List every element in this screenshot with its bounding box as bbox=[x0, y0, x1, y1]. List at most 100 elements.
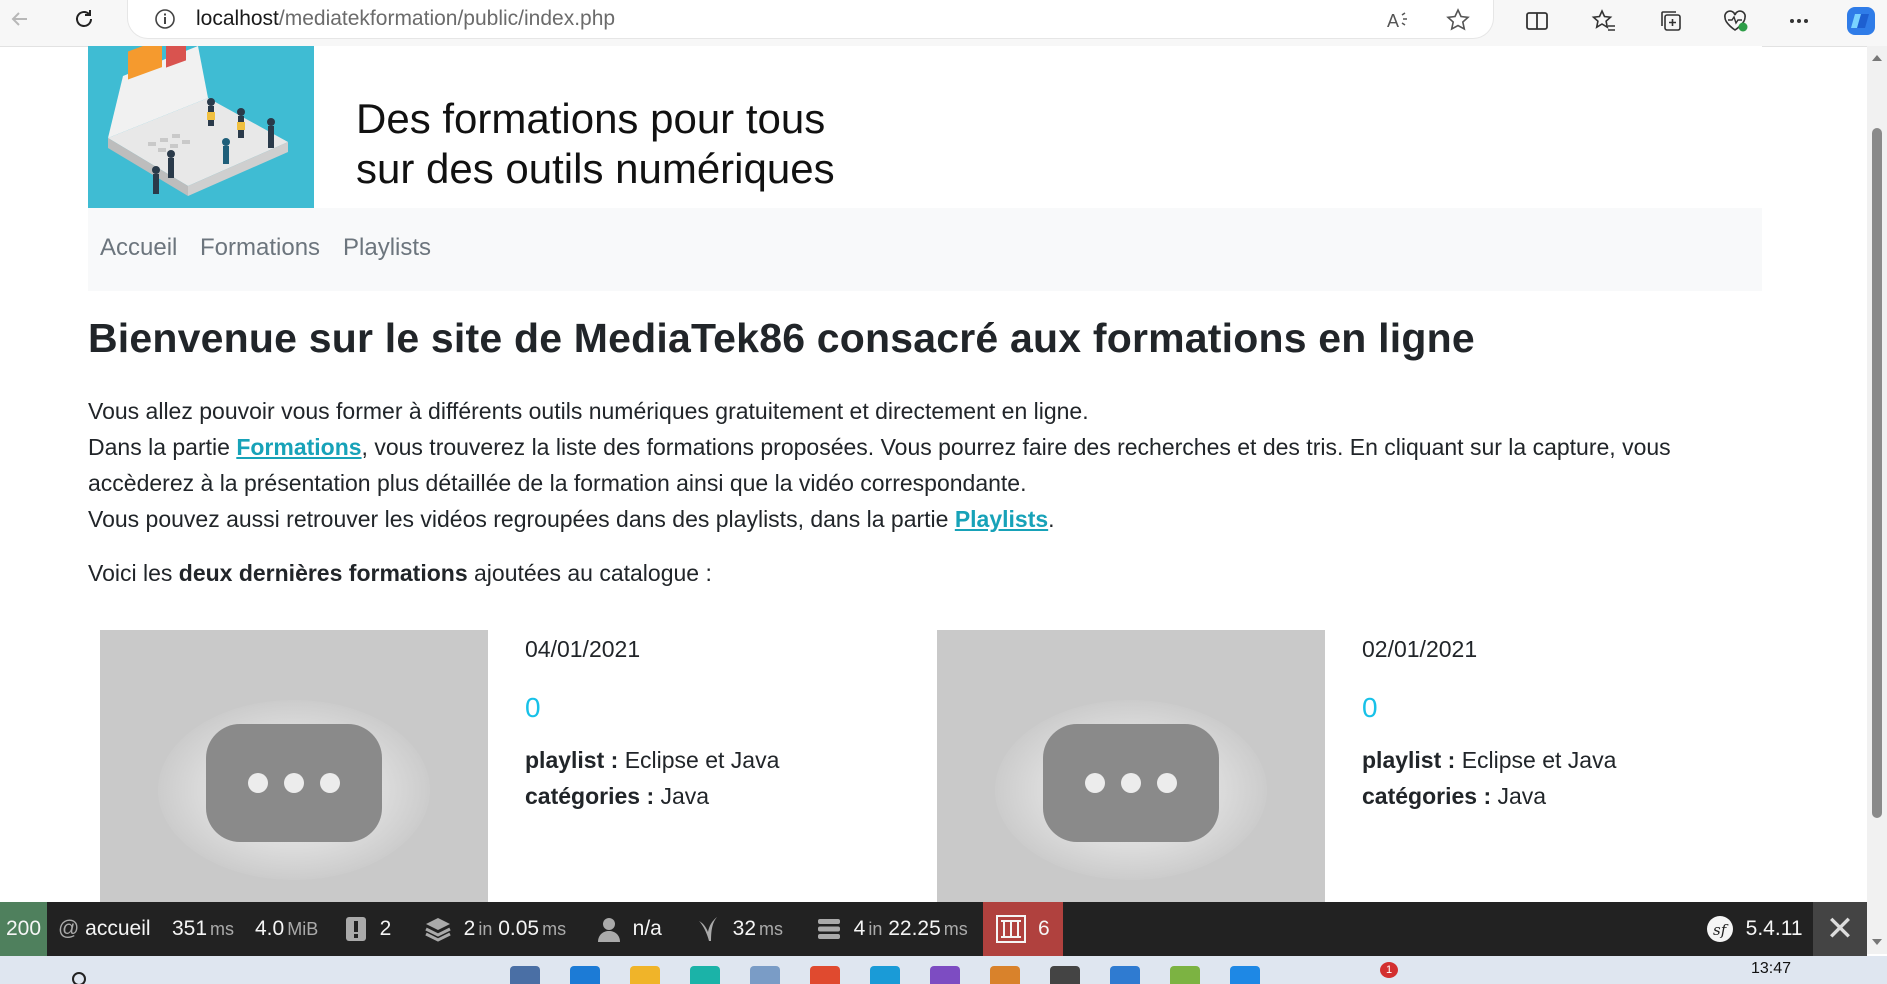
winrar-icon[interactable] bbox=[990, 966, 1020, 984]
copilot-icon[interactable] bbox=[1844, 4, 1878, 38]
nav-playlists[interactable]: Playlists bbox=[343, 234, 431, 262]
notepad-plus-icon[interactable] bbox=[1170, 966, 1200, 984]
address-bar[interactable]: localhost/mediatekformation/public/index… bbox=[128, 0, 1493, 38]
banner-title: Des formations pour tous sur des outils … bbox=[356, 94, 835, 194]
formation-count[interactable]: 0 bbox=[525, 692, 541, 724]
cache-layers-icon bbox=[425, 918, 451, 942]
security-panel[interactable]: n/a bbox=[597, 902, 662, 956]
mail-icon[interactable] bbox=[570, 966, 600, 984]
chrome-icon[interactable] bbox=[810, 966, 840, 984]
edge-icon[interactable] bbox=[690, 966, 720, 984]
favorite-star-icon[interactable] bbox=[1444, 6, 1472, 34]
skype-icon[interactable] bbox=[870, 966, 900, 984]
memory-panel[interactable]: 4.0 MiB bbox=[255, 902, 318, 956]
database-panel[interactable]: 4 in 22.25 ms bbox=[816, 902, 968, 956]
twig-panel[interactable]: 32 ms bbox=[697, 902, 783, 956]
collections-icon[interactable] bbox=[1654, 4, 1688, 38]
nav-formations[interactable]: Formations bbox=[200, 234, 320, 262]
formation-count[interactable]: 0 bbox=[1362, 692, 1378, 724]
logs-panel[interactable]: 2 bbox=[344, 902, 391, 956]
cache-in: in bbox=[478, 918, 493, 939]
cache-count: 2 bbox=[463, 917, 476, 940]
video-thumbnail[interactable] bbox=[100, 630, 488, 930]
playlist-value: Eclipse et Java bbox=[624, 747, 780, 773]
read-aloud-icon[interactable]: A bbox=[1384, 6, 1412, 34]
formation-playlist: playlist : Eclipse et Java bbox=[1362, 742, 1616, 778]
outlook-icon[interactable] bbox=[1110, 966, 1140, 984]
formation-date: 02/01/2021 bbox=[1362, 636, 1478, 662]
lead-before: Voici les bbox=[88, 560, 179, 586]
split-screen-icon[interactable] bbox=[1520, 4, 1554, 38]
url-text[interactable]: localhost/mediatekformation/public/index… bbox=[196, 7, 615, 31]
url-host: localhost bbox=[196, 7, 279, 30]
logs-count: 2 bbox=[379, 917, 392, 940]
intro-text: Vous allez pouvoir vous former à différe… bbox=[88, 393, 1768, 537]
page-title: Bienvenue sur le site de MediaTek86 cons… bbox=[88, 315, 1475, 361]
page-scrollbar[interactable] bbox=[1867, 46, 1887, 954]
back-button[interactable] bbox=[0, 0, 40, 38]
svg-text:A: A bbox=[1387, 11, 1399, 31]
twig-time: 32 bbox=[732, 917, 757, 940]
intro-p3-after: . bbox=[1048, 506, 1055, 532]
reload-button[interactable] bbox=[64, 0, 104, 38]
formation-meta: playlist : Eclipse et Java catégories : … bbox=[525, 742, 779, 814]
nav-accueil[interactable]: Accueil bbox=[100, 234, 177, 262]
close-toolbar-button[interactable]: ✕ bbox=[1813, 902, 1867, 956]
symfony-version-panel[interactable]: sf 5.4.11 bbox=[1706, 902, 1803, 956]
more-menu-icon[interactable] bbox=[1782, 4, 1816, 38]
lead-after: ajoutées au catalogue : bbox=[467, 560, 712, 586]
placeholder-dot bbox=[284, 773, 304, 793]
banner-illustration bbox=[88, 46, 314, 208]
scroll-up-icon[interactable] bbox=[1871, 52, 1883, 64]
categories-label: catégories : bbox=[1362, 783, 1492, 809]
time-panel[interactable]: 351 ms bbox=[172, 902, 234, 956]
scrollbar-thumb[interactable] bbox=[1872, 128, 1882, 818]
categories-value: Java bbox=[1497, 783, 1547, 809]
playlists-link[interactable]: Playlists bbox=[955, 506, 1048, 532]
database-icon bbox=[818, 919, 840, 939]
db-in: in bbox=[868, 918, 883, 939]
time-unit: ms bbox=[210, 918, 235, 939]
main-navbar: Accueil Formations Playlists bbox=[88, 208, 1762, 291]
lead-bold: deux dernières formations bbox=[178, 560, 468, 586]
search-icon[interactable] bbox=[70, 970, 90, 984]
taskbar-clock[interactable]: 13:47 bbox=[1751, 960, 1791, 978]
back-arrow-icon bbox=[11, 12, 27, 26]
twig-unit: ms bbox=[759, 918, 784, 939]
banner-title-line1: Des formations pour tous bbox=[356, 95, 826, 142]
db-time: 22.25 bbox=[888, 917, 941, 940]
memory-unit: MiB bbox=[287, 918, 319, 939]
symfony-version: 5.4.11 bbox=[1745, 917, 1803, 940]
errors-count: 6 bbox=[1037, 917, 1050, 940]
status-code-badge[interactable]: 200 bbox=[0, 902, 47, 956]
vscode-icon[interactable] bbox=[1230, 966, 1260, 984]
reload-icon bbox=[76, 10, 92, 27]
site-banner: Des formations pour tous sur des outils … bbox=[88, 46, 1762, 208]
visual-studio-icon[interactable] bbox=[930, 966, 960, 984]
terminal-icon[interactable] bbox=[1050, 966, 1080, 984]
intro-p2-before: Dans la partie bbox=[88, 434, 237, 460]
status-code: 200 bbox=[5, 917, 42, 940]
notification-badge[interactable]: 1 bbox=[1380, 962, 1398, 978]
formation-meta: playlist : Eclipse et Java catégories : … bbox=[1362, 742, 1616, 814]
user-value: n/a bbox=[632, 917, 662, 940]
time-value: 351 bbox=[172, 917, 208, 940]
placeholder-dot bbox=[1121, 773, 1141, 793]
errors-panel[interactable]: 6 bbox=[983, 902, 1063, 956]
intro-paragraph-1: Vous allez pouvoir vous former à différe… bbox=[88, 398, 1089, 424]
site-info-icon[interactable] bbox=[152, 6, 178, 32]
task-view-icon[interactable] bbox=[510, 966, 540, 984]
cache-panel[interactable]: 2 in 0.05 ms bbox=[424, 902, 566, 956]
browser-essentials-icon[interactable] bbox=[1718, 4, 1752, 38]
favorites-icon[interactable] bbox=[1587, 4, 1621, 38]
formation-playlist: playlist : Eclipse et Java bbox=[525, 742, 779, 778]
file-explorer-icon[interactable] bbox=[630, 966, 660, 984]
categories-value: Java bbox=[660, 783, 710, 809]
notepad-icon[interactable] bbox=[750, 966, 780, 984]
route-panel[interactable]: @ accueil bbox=[58, 902, 151, 956]
playlist-label: playlist : bbox=[525, 747, 619, 773]
latest-formations-lead: Voici les deux dernières formations ajou… bbox=[88, 560, 712, 587]
formations-link[interactable]: Formations bbox=[236, 434, 361, 460]
scroll-down-icon[interactable] bbox=[1871, 936, 1883, 948]
video-thumbnail[interactable] bbox=[937, 630, 1325, 930]
